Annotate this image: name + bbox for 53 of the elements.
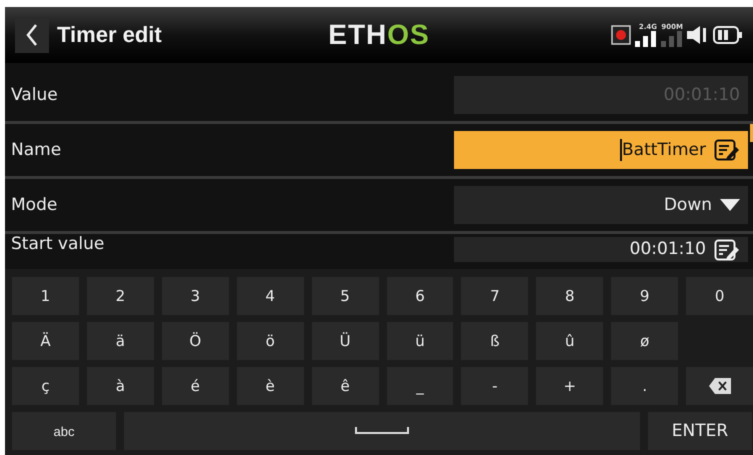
- key[interactable]: 9: [611, 277, 678, 315]
- text-field[interactable]: BattTimer: [454, 131, 748, 169]
- space-icon: [355, 427, 409, 435]
- key[interactable]: 7: [461, 277, 528, 315]
- key[interactable]: à: [86, 367, 154, 405]
- field-label: Value: [11, 85, 58, 105]
- key[interactable]: 0: [686, 277, 753, 315]
- field-label: Name: [11, 140, 62, 160]
- back-button[interactable]: [15, 17, 49, 53]
- key[interactable]: .: [611, 367, 678, 405]
- key[interactable]: Ö: [162, 322, 229, 360]
- key[interactable]: ç: [12, 367, 79, 405]
- key[interactable]: 2: [86, 277, 154, 315]
- number-field[interactable]: 00:01:10: [454, 237, 748, 262]
- key[interactable]: ø: [611, 322, 678, 360]
- page-title: Timer edit: [57, 22, 162, 48]
- enter-key[interactable]: ENTER: [648, 412, 752, 450]
- backspace-icon: [708, 378, 731, 394]
- speaker-icon: [687, 26, 709, 44]
- signal-bars-icon: [661, 31, 683, 47]
- chevron-left-icon: [25, 23, 39, 47]
- key[interactable]: -: [461, 367, 528, 405]
- key[interactable]: ä: [86, 322, 154, 360]
- dropdown-arrow-icon: [720, 199, 740, 211]
- scroll-indicator: [750, 124, 753, 142]
- key[interactable]: 6: [386, 277, 454, 315]
- key[interactable]: 1: [12, 277, 79, 315]
- field-label: Mode: [11, 195, 58, 215]
- key[interactable]: é: [162, 367, 229, 405]
- key[interactable]: 4: [236, 277, 304, 315]
- battery-icon: [713, 26, 743, 44]
- backspace-key[interactable]: [686, 367, 753, 405]
- keyboard-mode-key[interactable]: abc: [12, 412, 116, 450]
- key[interactable]: 8: [536, 277, 604, 315]
- key[interactable]: è: [236, 367, 304, 405]
- edit-icon: [714, 139, 740, 161]
- key[interactable]: ü: [386, 322, 454, 360]
- key[interactable]: ê: [312, 367, 379, 405]
- key[interactable]: 3: [162, 277, 229, 315]
- signal-bars-icon: [635, 31, 657, 47]
- ethos-logo: ETHOS: [328, 19, 430, 51]
- edit-icon: [714, 239, 740, 261]
- key[interactable]: Ü: [312, 322, 379, 360]
- dropdown-field[interactable]: Down: [454, 186, 748, 224]
- key[interactable]: +: [536, 367, 604, 405]
- record-icon: [611, 25, 631, 45]
- field-label: Start value: [11, 234, 104, 254]
- key[interactable]: 5: [312, 277, 379, 315]
- key[interactable]: _: [386, 367, 454, 405]
- key[interactable]: û: [536, 322, 604, 360]
- key[interactable]: ö: [236, 322, 304, 360]
- key[interactable]: ß: [461, 322, 528, 360]
- key[interactable]: Ä: [12, 322, 79, 360]
